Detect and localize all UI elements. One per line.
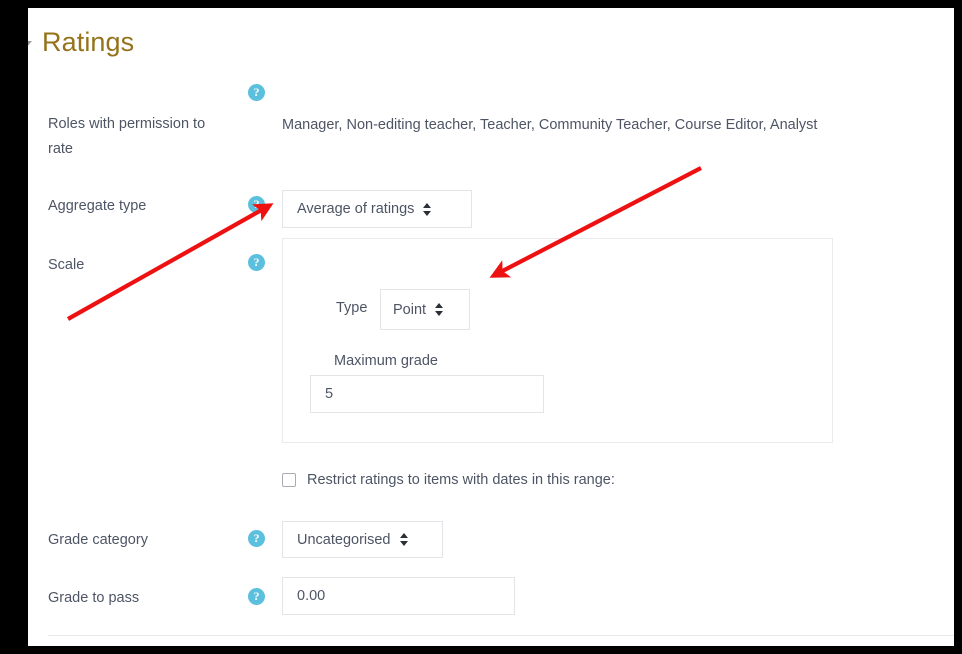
page-title: Ratings <box>42 27 135 57</box>
restrict-ratings-row[interactable]: Restrict ratings to items with dates in … <box>282 470 615 490</box>
chevron-updown-icon <box>423 202 432 217</box>
label-grade-category: Grade category <box>48 532 148 548</box>
caret-down-icon[interactable] <box>28 32 36 52</box>
restrict-ratings-label: Restrict ratings to items with dates in … <box>307 472 615 488</box>
aggregate-type-select[interactable]: Average of ratings <box>282 190 472 228</box>
help-icon-grade-category[interactable]: ? <box>248 530 265 547</box>
grade-category-selected-value: Uncategorised <box>297 531 391 548</box>
aggregate-type-selected-value: Average of ratings <box>297 201 415 217</box>
maximum-grade-input[interactable] <box>310 375 544 413</box>
scale-type-select[interactable]: Point <box>380 289 470 330</box>
section-divider <box>48 635 954 636</box>
help-icon-grade-to-pass[interactable]: ? <box>248 588 265 605</box>
value-roles-list: Manager, Non-editing teacher, Teacher, C… <box>282 117 818 133</box>
screenshot-frame: Ratings ? Roles with permission to rate … <box>0 0 962 654</box>
label-grade-to-pass: Grade to pass <box>48 590 140 606</box>
help-icon-roles[interactable]: ? <box>248 84 265 101</box>
grade-to-pass-input[interactable] <box>282 577 515 615</box>
help-icon-scale[interactable]: ? <box>248 254 265 271</box>
label-aggregate-type: Aggregate type <box>48 198 147 214</box>
chevron-updown-icon <box>399 532 409 547</box>
scale-type-selected-value: Point <box>393 301 427 318</box>
help-icon-aggregate-type[interactable]: ? <box>248 196 265 213</box>
ratings-section-header[interactable]: Ratings <box>28 22 134 62</box>
restrict-ratings-checkbox[interactable] <box>282 473 296 487</box>
grade-category-select[interactable]: Uncategorised <box>282 521 443 558</box>
label-scale-type: Type <box>336 300 368 316</box>
ratings-settings-page: Ratings ? Roles with permission to rate … <box>28 8 954 646</box>
label-roles-with-permission: Roles with permission to rate <box>48 116 206 157</box>
chevron-updown-icon <box>435 302 444 317</box>
label-maximum-grade: Maximum grade <box>334 353 438 369</box>
label-scale: Scale <box>48 257 85 273</box>
